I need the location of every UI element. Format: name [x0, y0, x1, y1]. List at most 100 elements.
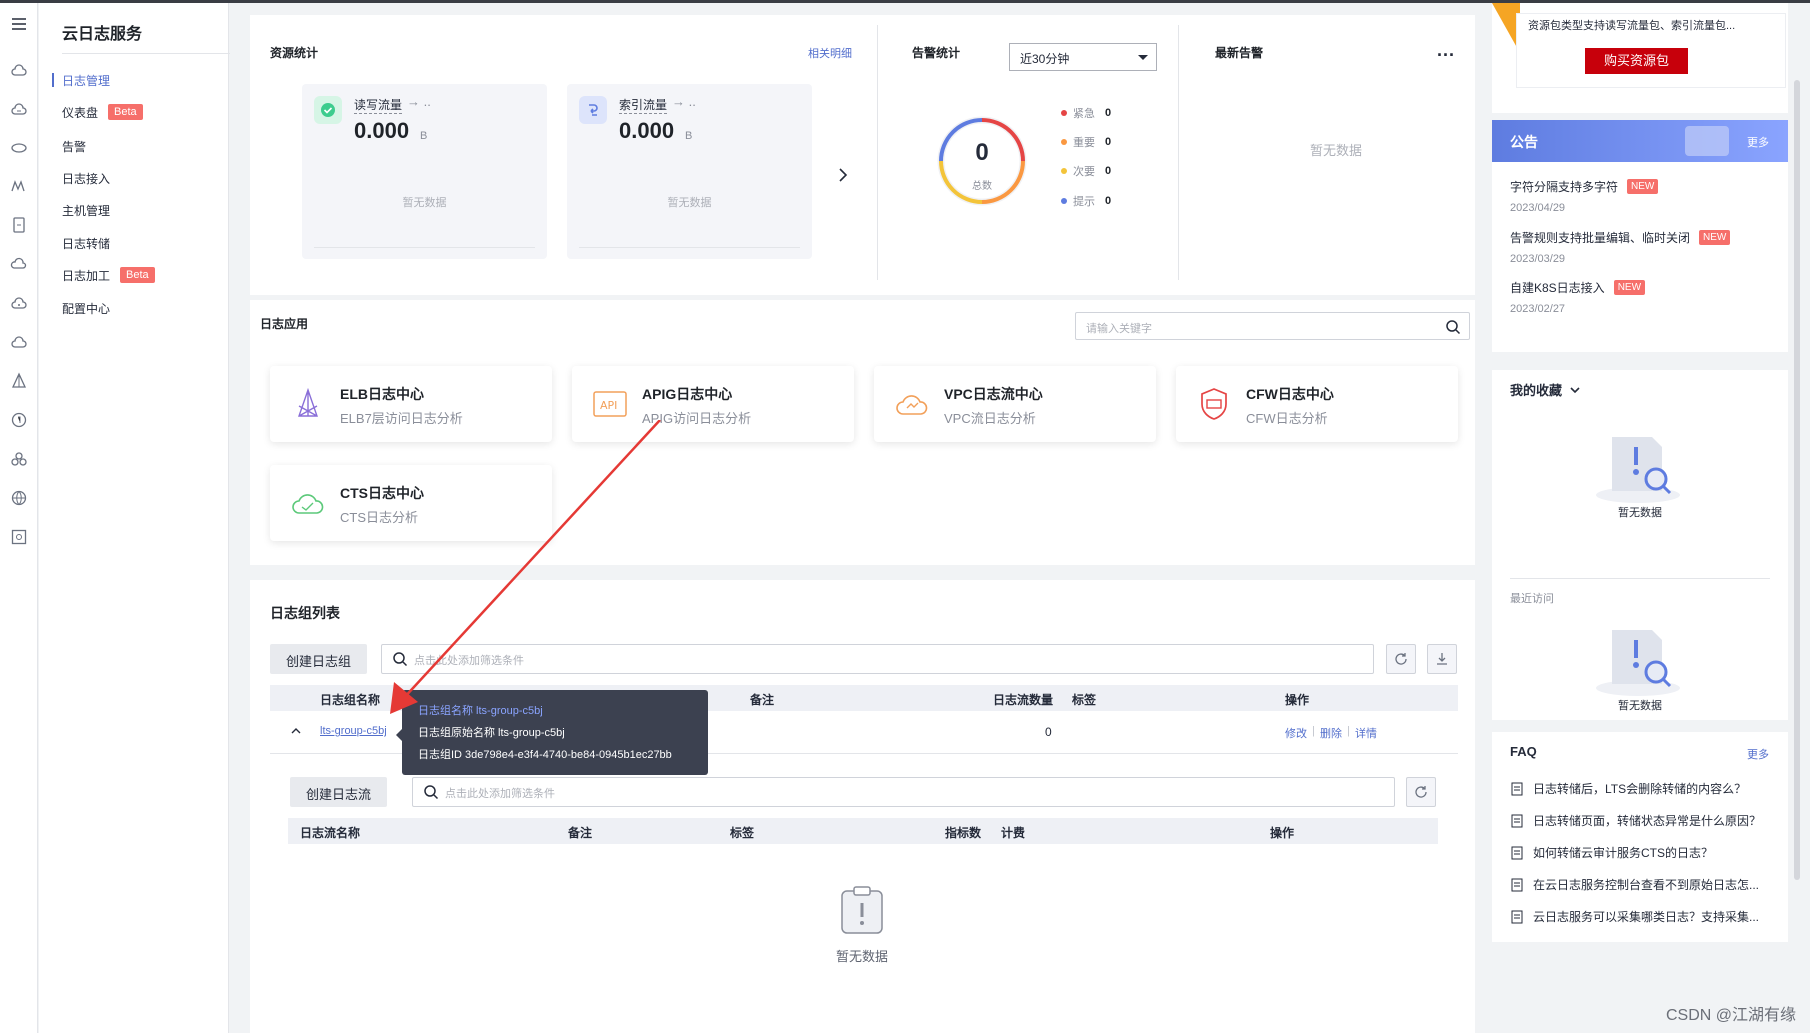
service-title: 云日志服务 [62, 26, 143, 43]
faq-item[interactable]: 云日志服务可以采集哪类日志？支持采集... [1510, 908, 1760, 925]
column-header: 计费 [1001, 826, 1026, 840]
buy-resource-package-button[interactable]: 购买资源包 [1585, 48, 1688, 74]
database-cloud-icon[interactable] [7, 137, 31, 159]
cloud-service-icon[interactable] [7, 98, 31, 120]
column-header: 操作 [1270, 826, 1295, 840]
elb-icon [288, 384, 328, 424]
hamburger-menu-icon[interactable] [7, 13, 31, 35]
globe-icon[interactable] [7, 487, 31, 509]
refresh-button[interactable] [1386, 644, 1416, 674]
chevron-right-icon[interactable] [836, 166, 850, 187]
page-scrollbar[interactable] [1794, 80, 1800, 880]
alarm-level-critical: 紧急 0 [1061, 105, 1111, 121]
index-traffic-card: 索引流量 → .. 0.000 B 暂无数据 [567, 84, 812, 259]
notice-item[interactable]: 字符分隔支持多字符 NEW [1510, 178, 1659, 195]
cfw-icon [1194, 384, 1234, 424]
menu-item-dashboard[interactable]: 仪表盘 Beta [62, 102, 143, 122]
notice-date: 2023/04/29 [1510, 202, 1566, 214]
menu-item-log-transfer[interactable]: 日志转储 [62, 233, 110, 253]
level-count: 0 [1105, 165, 1112, 177]
read-write-traffic-label: 读写流量 [354, 98, 403, 114]
level-name: 重要 [1073, 137, 1095, 149]
menu-item-alarm[interactable]: 告警 [62, 136, 86, 156]
column-header: 日志流数量 [993, 693, 1054, 707]
card-divider [314, 247, 535, 248]
faq-item[interactable]: 日志转储后，LTS会删除转储的内容么？ [1510, 780, 1760, 797]
cloud-icon[interactable] [7, 59, 31, 81]
expand-arrow[interactable]: → .. [407, 94, 431, 109]
app-card-cfw[interactable]: CFW日志中心 CFW日志分析 [1176, 366, 1458, 442]
target-box-icon[interactable] [7, 526, 31, 548]
action-separator: | [1312, 725, 1315, 737]
menu-item-log-management[interactable]: 日志管理 [51, 70, 110, 90]
create-log-group-button[interactable]: 创建日志组 [270, 644, 368, 674]
faq-more-link[interactable]: 更多 [1747, 746, 1769, 762]
menu-item-config-center[interactable]: 配置中心 [62, 298, 110, 318]
expand-arrow[interactable]: → .. [672, 94, 696, 109]
circle-info-icon[interactable] [7, 409, 31, 431]
no-data-text: 暂无数据 [1618, 507, 1662, 519]
notice-item-title: 字符分隔支持多字符 [1510, 180, 1619, 194]
level-name: 紧急 [1073, 108, 1095, 120]
log-stream-count: 0 [1045, 725, 1052, 739]
create-log-stream-button[interactable]: 创建日志流 [290, 777, 388, 807]
minor-dot [1061, 168, 1067, 174]
log-group-list-title: 日志组列表 [270, 605, 340, 621]
search-icon [424, 785, 439, 800]
filter-placeholder: 点击此处添加筛选条件 [445, 788, 555, 800]
card-divider [579, 247, 800, 248]
notice-more-link[interactable]: 更多 [1747, 134, 1769, 150]
alarm-level-minor: 次要 0 [1061, 163, 1111, 179]
notice-item[interactable]: 自建K8S日志接入 NEW [1510, 279, 1646, 296]
cloud-sync-icon[interactable] [7, 331, 31, 353]
alarm-level-major: 重要 0 [1061, 134, 1111, 150]
faq-item[interactable]: 如何转储云审计服务CTS的日志？ [1510, 844, 1760, 861]
search-icon[interactable] [1445, 319, 1461, 335]
document-icon [1511, 814, 1523, 827]
chevron-down-icon [1570, 386, 1580, 393]
menu-item-log-processing[interactable]: 日志加工 Beta [62, 265, 155, 285]
menu-item-label: 仪表盘 [62, 105, 99, 120]
menu-item-log-ingestion[interactable]: 日志接入 [62, 168, 110, 188]
cloud-outline-icon[interactable] [7, 253, 31, 275]
download-button[interactable] [1427, 644, 1457, 674]
time-range-select[interactable]: 近30分钟 [1009, 43, 1157, 71]
tooltip-original-name: 日志组原始名称 lts-group-c5bj [418, 727, 565, 739]
cluster-icon[interactable] [7, 448, 31, 470]
collapse-row-icon[interactable] [290, 725, 302, 740]
related-details-link[interactable]: 相关明细 [808, 45, 852, 61]
faq-item-text: 如何转储云审计服务CTS的日志？ [1533, 846, 1714, 860]
info-dot [1061, 198, 1067, 204]
notice-date: 2023/03/29 [1510, 253, 1566, 265]
faq-item-text: 云日志服务可以采集哪类日志？支持采集... [1533, 910, 1760, 924]
log-group-name-link[interactable]: lts-group-c5bj [320, 725, 387, 737]
column-header: 日志流名称 [300, 826, 361, 840]
log-stream-filter-input[interactable]: 点击此处添加筛选条件 [412, 777, 1395, 807]
empty-favorites-icon [1590, 425, 1686, 508]
faq-item[interactable]: 在云日志服务控制台查看不到原始日志怎... [1510, 876, 1760, 893]
refresh-button[interactable] [1406, 777, 1436, 807]
column-header: 日志组名称 [320, 693, 381, 707]
promo-text: 资源包类型支持读写流量包、索引流量包... [1528, 20, 1736, 32]
document-icon[interactable] [7, 214, 31, 236]
beta-badge: Beta [108, 104, 143, 120]
app-search-input[interactable]: 请输入关键字 [1075, 312, 1470, 340]
menu-item-label: 主机管理 [62, 203, 111, 218]
monitor-icon[interactable] [7, 175, 31, 197]
index-traffic-label: 索引流量 [619, 98, 668, 114]
svg-text:API: API [600, 399, 617, 412]
faq-item[interactable]: 日志转储页面，转储状态异常是什么原因？ [1510, 812, 1760, 829]
app-card-vpc[interactable]: VPC日志流中心 VPC流日志分析 [874, 366, 1156, 442]
vpc-icon [892, 384, 932, 424]
details-link[interactable]: 详情 [1355, 725, 1377, 741]
more-options-icon[interactable]: ... [1437, 40, 1455, 61]
notice-item[interactable]: 告警规则支持批量编辑、临时关闭 NEW [1510, 229, 1731, 246]
edit-link[interactable]: 修改 [1285, 725, 1307, 741]
cloud-storage-icon[interactable] [7, 292, 31, 314]
favorites-title[interactable]: 我的收藏 [1510, 380, 1580, 399]
delete-link[interactable]: 删除 [1320, 725, 1342, 741]
column-header: 操作 [1285, 693, 1310, 707]
triangle-icon[interactable] [7, 370, 31, 392]
no-data-text: 暂无数据 [667, 197, 712, 209]
menu-item-host-management[interactable]: 主机管理 [62, 200, 110, 220]
